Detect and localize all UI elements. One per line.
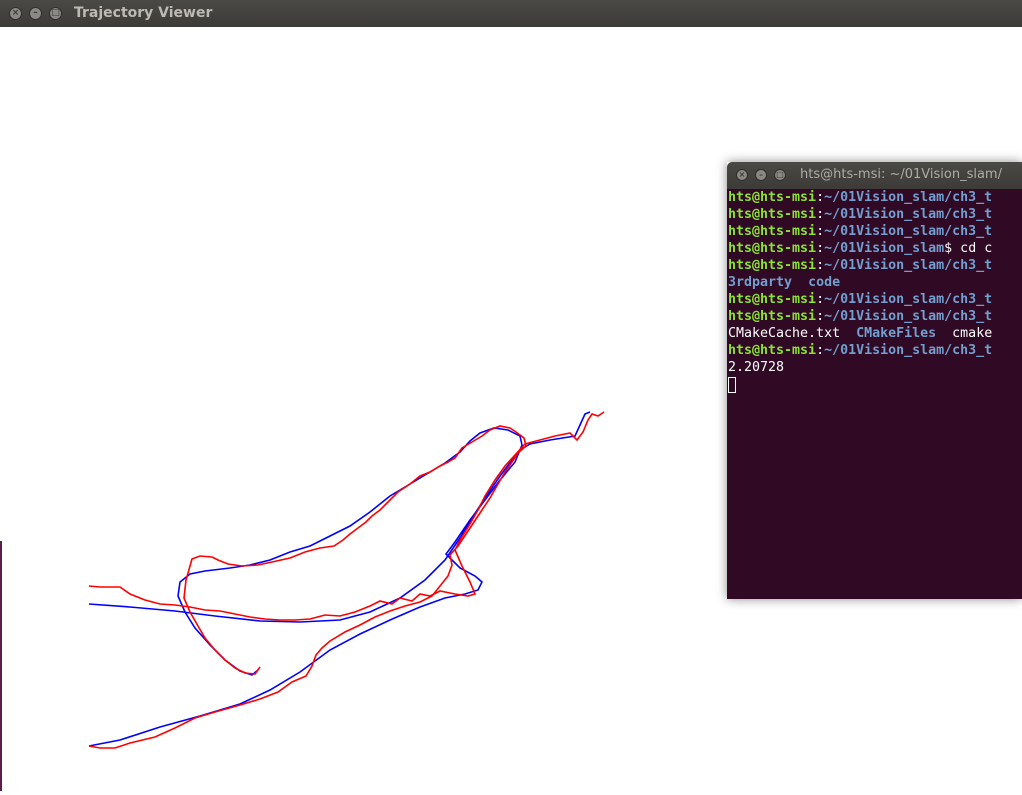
terminal-cursor <box>728 377 736 393</box>
terminal-line: hts@hts-msi:~/01Vision_slam/ch3_t <box>728 258 993 273</box>
close-icon[interactable]: × <box>9 7 22 20</box>
terminal-line: hts@hts-msi:~/01Vision_slam/ch3_t <box>728 207 993 222</box>
window-title: Trajectory Viewer <box>74 5 213 21</box>
terminal-line: hts@hts-msi:~/01Vision_slam/ch3_t <box>728 190 993 205</box>
terminal-body[interactable]: hts@hts-msi:~/01Vision_slam/ch3_t hts@ht… <box>727 189 1022 599</box>
terminal-title: hts@hts-msi: ~/01Vision_slam/ <box>800 167 1002 182</box>
terminal-line: hts@hts-msi:~/01Vision_slam$ cd c <box>728 241 993 256</box>
terminal-maximize-icon[interactable]: □ <box>774 169 786 181</box>
terminal-window[interactable]: × – □ hts@hts-msi: ~/01Vision_slam/ hts@… <box>727 162 1022 599</box>
terminal-minimize-icon[interactable]: – <box>755 169 767 181</box>
terminal-close-icon[interactable]: × <box>736 169 748 181</box>
minimize-icon[interactable]: – <box>29 7 42 20</box>
window-titlebar[interactable]: × – □ Trajectory Viewer <box>0 0 1022 27</box>
terminal-line: hts@hts-msi:~/01Vision_slam/ch3_t <box>728 309 993 324</box>
terminal-listing: 3rdparty code <box>728 275 841 290</box>
desktop-edge <box>0 541 2 791</box>
estimated-trajectory <box>88 411 605 749</box>
terminal-output: 2.20728 <box>728 360 785 375</box>
terminal-titlebar[interactable]: × – □ hts@hts-msi: ~/01Vision_slam/ <box>727 162 1022 189</box>
terminal-line: hts@hts-msi:~/01Vision_slam/ch3_t <box>728 224 993 239</box>
maximize-icon[interactable]: □ <box>49 7 62 20</box>
groundtruth-trajectory <box>88 411 591 747</box>
terminal-line: hts@hts-msi:~/01Vision_slam/ch3_t <box>728 292 993 307</box>
terminal-line: hts@hts-msi:~/01Vision_slam/ch3_t <box>728 343 993 358</box>
terminal-listing: CMakeCache.txt CMakeFiles cmake <box>728 326 993 341</box>
